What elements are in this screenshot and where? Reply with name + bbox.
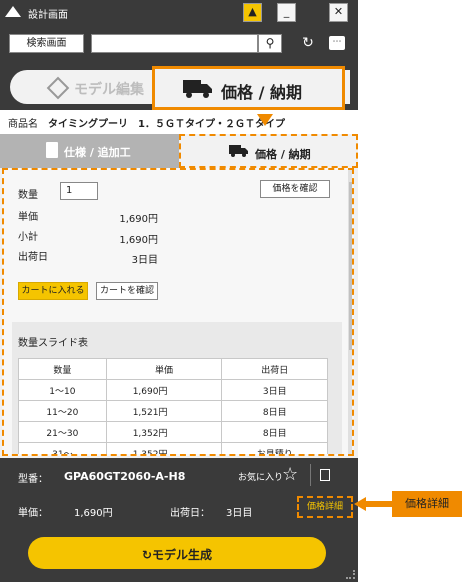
- truck-icon: [183, 80, 212, 98]
- model-edit-mode-button[interactable]: モデル編集: [10, 70, 160, 104]
- bottom-unit-price-label: 単価：: [18, 508, 48, 519]
- tab-price-label: 価格 / 納期: [255, 148, 311, 161]
- table-cell: 1,521円: [105, 400, 223, 422]
- product-name: タイミングプーリ 1．５ＧＴタイプ・２ＧＴタイプ: [48, 119, 285, 130]
- search-screen-button[interactable]: 検索画面: [9, 34, 84, 53]
- tab-spec-label: 仕様 / 追加工: [64, 146, 131, 159]
- message-icon[interactable]: ⋯: [329, 36, 345, 50]
- tab-spec[interactable]: 仕様 / 追加工: [0, 134, 179, 168]
- table-header: 数量: [18, 358, 107, 380]
- view-cart-button[interactable]: カートを確認: [96, 282, 158, 300]
- search-input[interactable]: [91, 34, 258, 53]
- model-edit-label: モデル編集: [74, 82, 144, 98]
- title-bar: 設計画面 ▲ _ ✕: [0, 0, 358, 24]
- table-row: 21〜30 1,352円 8日目: [18, 421, 328, 443]
- bottom-ship-label: 出荷日：: [170, 508, 210, 519]
- check-price-button[interactable]: 価格を確認: [260, 180, 330, 198]
- callout-arrow-shaft: [366, 501, 392, 507]
- table-cell: 8日目: [221, 400, 328, 422]
- resize-grip-icon[interactable]: [346, 570, 355, 579]
- model-no-label: 型番：: [18, 474, 48, 485]
- clipboard-icon: [46, 142, 58, 158]
- callout-arrow: [257, 114, 273, 126]
- app-logo-icon: [5, 6, 21, 17]
- minimize-button[interactable]: _: [277, 3, 296, 22]
- cube-icon: [46, 76, 70, 100]
- favorite-label: お気に入り: [238, 473, 284, 483]
- quantity-slide-table: 数量 単価 出荷日 1〜10 1,690円 3日目 11〜20 1,521円 8…: [18, 358, 328, 454]
- copy-icon[interactable]: [320, 469, 330, 481]
- product-name-label: 商品名: [8, 119, 38, 130]
- qty-input[interactable]: 1: [60, 182, 98, 200]
- price-detail-callout: 価格詳細: [392, 491, 462, 517]
- close-button[interactable]: ✕: [329, 3, 348, 22]
- table-row: 31〜 1,352円 お見積り: [18, 442, 328, 454]
- table-cell: 1〜10: [18, 379, 107, 401]
- unit-price-value: 1,690円: [119, 214, 158, 225]
- slide-table-title: 数量スライド表: [18, 338, 88, 349]
- truck-icon: [229, 145, 248, 157]
- table-row: 11〜20 1,521円 8日目: [18, 400, 328, 422]
- callout-label: 価格 / 納期: [221, 83, 302, 102]
- divider: [310, 464, 311, 486]
- table-cell: 1,690円: [105, 379, 223, 401]
- subtotal-label: 小計: [18, 232, 38, 243]
- table-row: 1〜10 1,690円 3日目: [18, 379, 328, 401]
- window-title: 設計画面: [28, 10, 68, 21]
- table-cell: 1,352円: [105, 442, 223, 454]
- qty-label: 数量: [18, 190, 38, 201]
- callout-arrow: [354, 497, 366, 511]
- table-cell: お見積り: [221, 442, 328, 454]
- tab-price[interactable]: 価格 / 納期: [179, 134, 358, 168]
- add-to-cart-button[interactable]: カートに入れる: [18, 282, 88, 300]
- table-cell: 8日目: [221, 421, 328, 443]
- search-icon[interactable]: ⚲: [258, 34, 282, 53]
- quantity-slide-section: 数量スライド表 数量 単価 出荷日 1〜10 1,690円 3日目 11〜20 …: [12, 322, 342, 454]
- table-header-row: 数量 単価 出荷日: [18, 358, 328, 380]
- scrollbar-thumb[interactable]: [349, 182, 352, 350]
- table-header: 出荷日: [221, 358, 328, 380]
- table-cell: 31〜: [18, 442, 107, 454]
- generate-model-text: モデル生成: [152, 548, 213, 562]
- table-cell: 1,352円: [105, 421, 223, 443]
- table-cell: 3日目: [221, 379, 328, 401]
- price-detail-link[interactable]: 価格詳細: [297, 496, 353, 518]
- tab-bar: 仕様 / 追加工 価格 / 納期: [0, 134, 358, 168]
- price-content-panel: 数量 1 価格を確認 単価 1,690円 小計 1,690円 出荷日 3日目 カ…: [2, 168, 354, 456]
- table-cell: 11〜20: [18, 400, 107, 422]
- table-cell: 21〜30: [18, 421, 107, 443]
- table-header: 単価: [105, 358, 223, 380]
- product-row: 商品名 タイミングプーリ 1．５ＧＴタイプ・２ＧＴタイプ: [0, 110, 358, 134]
- generate-model-button[interactable]: ↻モデル生成: [28, 537, 326, 569]
- search-row: 検索画面 ⚲ ↻ ⋯: [0, 24, 358, 64]
- price-tab-callout: 価格 / 納期: [152, 66, 345, 110]
- bottom-ship-value: 3日目: [226, 508, 253, 519]
- history-icon[interactable]: ↻: [298, 34, 318, 53]
- unit-price-label: 単価: [18, 212, 38, 223]
- ship-label: 出荷日: [18, 252, 48, 263]
- bottom-unit-price-value: 1,690円: [74, 508, 113, 519]
- refresh-icon: ↻: [141, 548, 153, 562]
- bell-icon[interactable]: ▲: [243, 3, 262, 22]
- subtotal-value: 1,690円: [119, 235, 158, 246]
- star-icon[interactable]: ☆: [282, 464, 298, 485]
- ship-value: 3日目: [131, 255, 158, 266]
- model-no-value: GPA60GT2060-A-H8: [64, 470, 186, 483]
- generate-model-label: ↻モデル生成: [28, 546, 326, 563]
- bottom-panel: 型番： GPA60GT2060-A-H8 お気に入り ☆ 単価： 1,690円 …: [0, 458, 358, 582]
